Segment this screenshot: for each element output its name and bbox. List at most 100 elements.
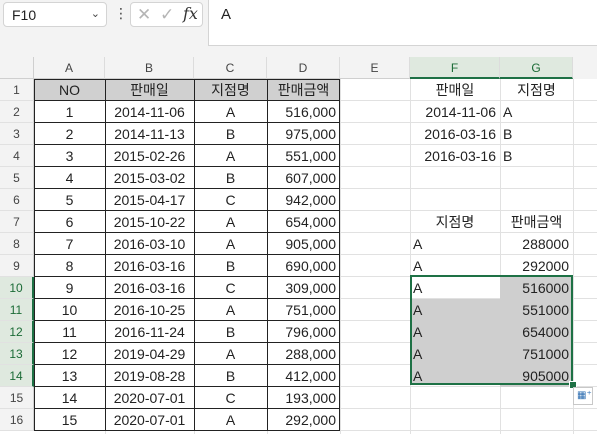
table-cell[interactable]: 2: [34, 123, 105, 145]
table-cell[interactable]: B: [194, 321, 267, 343]
table-cell[interactable]: 654,000: [267, 211, 340, 233]
table-cell[interactable]: B: [194, 123, 267, 145]
table-cell[interactable]: 2016-03-10: [105, 233, 194, 255]
more-options-icon[interactable]: ⋮: [114, 5, 128, 22]
table-cell[interactable]: 1: [34, 101, 105, 123]
table-cell[interactable]: 7: [34, 233, 105, 255]
table-cell[interactable]: B: [194, 255, 267, 277]
row-header-15[interactable]: 15: [0, 387, 34, 409]
table-cell[interactable]: 2020-07-01: [105, 409, 194, 431]
table-cell[interactable]: 14: [34, 387, 105, 409]
column-header-f[interactable]: F: [410, 57, 500, 79]
row-header-8[interactable]: 8: [0, 233, 34, 255]
row-header-5[interactable]: 5: [0, 167, 34, 189]
table-cell[interactable]: 309,000: [267, 277, 340, 299]
table-cell[interactable]: 412,000: [267, 365, 340, 387]
confirm-icon[interactable]: ✓: [160, 5, 174, 25]
table-header-cell[interactable]: 지점명: [194, 79, 267, 101]
table-cell[interactable]: 2015-10-22: [105, 211, 194, 233]
table-cell[interactable]: 5: [34, 189, 105, 211]
table-cell[interactable]: B: [194, 365, 267, 387]
row-header-7[interactable]: 7: [0, 211, 34, 233]
table-cell[interactable]: 2015-03-02: [105, 167, 194, 189]
table-cell[interactable]: 751,000: [267, 299, 340, 321]
table-cell[interactable]: A: [194, 145, 267, 167]
table-cell[interactable]: 6: [34, 211, 105, 233]
table-cell[interactable]: 2016-03-16: [105, 277, 194, 299]
row-header-16[interactable]: 16: [0, 409, 34, 431]
table-cell[interactable]: 292,000: [267, 409, 340, 431]
result-cell[interactable]: A: [410, 233, 500, 255]
table-cell[interactable]: 2016-03-16: [105, 255, 194, 277]
row-header-9[interactable]: 9: [0, 255, 34, 277]
table-cell[interactable]: 551,000: [267, 145, 340, 167]
table-cell[interactable]: 2020-07-01: [105, 387, 194, 409]
criteria-cell[interactable]: B: [500, 145, 573, 167]
column-header-g[interactable]: G: [500, 57, 573, 79]
table-cell[interactable]: 942,000: [267, 189, 340, 211]
select-all-corner[interactable]: [0, 57, 34, 79]
cancel-icon[interactable]: ✕: [137, 5, 151, 25]
name-box[interactable]: F10 ⌄: [3, 2, 107, 27]
table-header-cell[interactable]: 판매금액: [267, 79, 340, 101]
table-cell[interactable]: C: [194, 189, 267, 211]
table-cell[interactable]: 12: [34, 343, 105, 365]
table-cell[interactable]: 3: [34, 145, 105, 167]
result-header-cell[interactable]: 판매금액: [500, 211, 573, 233]
table-cell[interactable]: A: [194, 409, 267, 431]
table-cell[interactable]: 9: [34, 277, 105, 299]
table-cell[interactable]: 690,000: [267, 255, 340, 277]
table-cell[interactable]: 2019-08-28: [105, 365, 194, 387]
table-header-cell[interactable]: 판매일: [105, 79, 194, 101]
table-cell[interactable]: 13: [34, 365, 105, 387]
table-cell[interactable]: B: [194, 167, 267, 189]
criteria-cell[interactable]: 2016-03-16: [410, 145, 500, 167]
table-cell[interactable]: 2019-04-29: [105, 343, 194, 365]
criteria-cell[interactable]: 2014-11-06: [410, 101, 500, 123]
criteria-cell[interactable]: A: [500, 101, 573, 123]
result-cell[interactable]: A: [410, 255, 500, 277]
row-header-12[interactable]: 12: [0, 321, 34, 343]
result-cell[interactable]: 288000: [500, 233, 573, 255]
row-header-2[interactable]: 2: [0, 101, 34, 123]
criteria-cell[interactable]: 2016-03-16: [410, 123, 500, 145]
row-header-4[interactable]: 4: [0, 145, 34, 167]
table-cell[interactable]: 905,000: [267, 233, 340, 255]
table-cell[interactable]: 2016-11-24: [105, 321, 194, 343]
table-cell[interactable]: 8: [34, 255, 105, 277]
table-cell[interactable]: 4: [34, 167, 105, 189]
table-cell[interactable]: A: [194, 299, 267, 321]
row-header-11[interactable]: 11: [0, 299, 34, 321]
criteria-cell[interactable]: B: [500, 123, 573, 145]
column-header-a[interactable]: A: [34, 57, 105, 79]
column-header-e[interactable]: E: [340, 57, 410, 79]
row-header-6[interactable]: 6: [0, 189, 34, 211]
table-cell[interactable]: 10: [34, 299, 105, 321]
result-header-cell[interactable]: 지점명: [410, 211, 500, 233]
row-header-3[interactable]: 3: [0, 123, 34, 145]
row-header-10[interactable]: 10: [0, 277, 34, 299]
row-header-1[interactable]: 1: [0, 79, 34, 101]
table-cell[interactable]: 2016-10-25: [105, 299, 194, 321]
table-cell[interactable]: 11: [34, 321, 105, 343]
chevron-down-icon[interactable]: ⌄: [91, 7, 100, 20]
table-cell[interactable]: 288,000: [267, 343, 340, 365]
table-header-cell[interactable]: NO: [34, 79, 105, 101]
formula-input[interactable]: A: [208, 0, 597, 46]
table-cell[interactable]: A: [194, 343, 267, 365]
column-header-d[interactable]: D: [267, 57, 340, 79]
table-cell[interactable]: 15: [34, 409, 105, 431]
table-cell[interactable]: 2015-02-26: [105, 145, 194, 167]
result-cell[interactable]: 292000: [500, 255, 573, 277]
table-cell[interactable]: A: [194, 101, 267, 123]
table-cell[interactable]: 2014-11-13: [105, 123, 194, 145]
table-cell[interactable]: A: [194, 211, 267, 233]
table-cell[interactable]: 193,000: [267, 387, 340, 409]
table-cell[interactable]: A: [194, 233, 267, 255]
column-header-b[interactable]: B: [105, 57, 194, 79]
table-cell[interactable]: 975,000: [267, 123, 340, 145]
row-header-14[interactable]: 14: [0, 365, 34, 387]
table-cell[interactable]: 2014-11-06: [105, 101, 194, 123]
column-header-c[interactable]: C: [194, 57, 267, 79]
table-cell[interactable]: 796,000: [267, 321, 340, 343]
